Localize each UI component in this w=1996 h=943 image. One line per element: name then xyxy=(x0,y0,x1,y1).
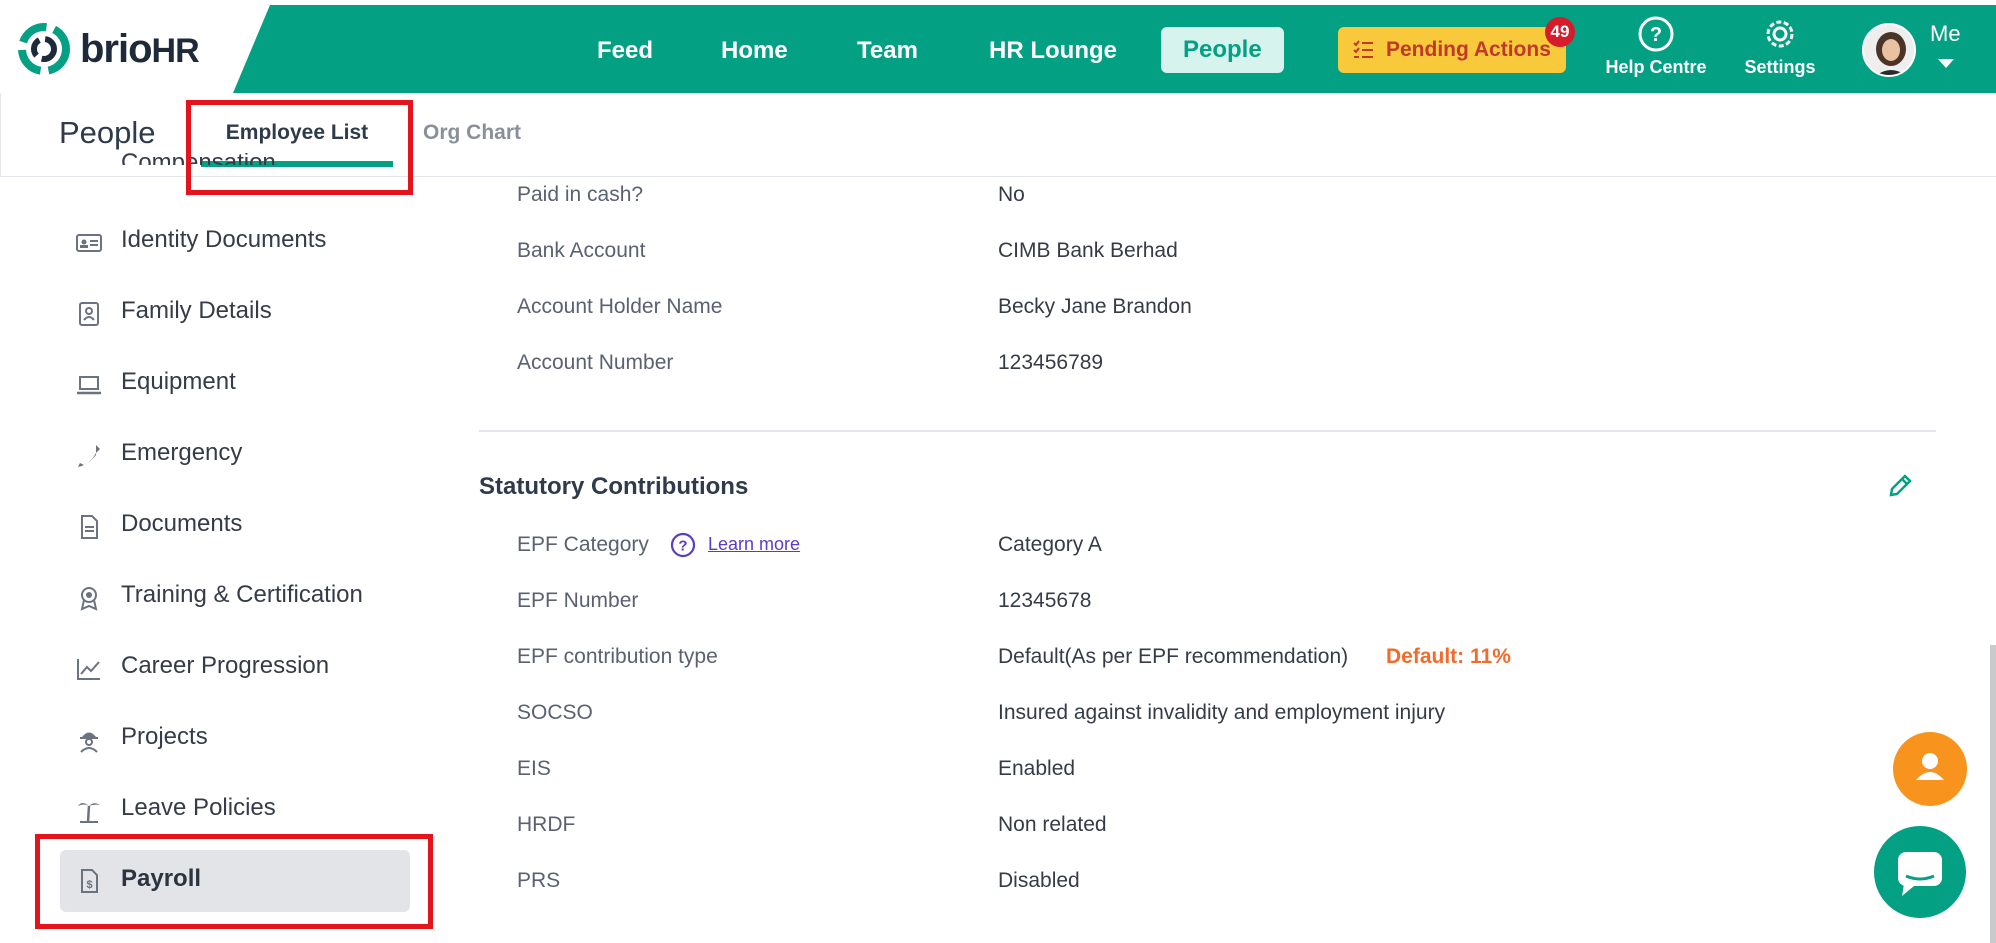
field-label: SOCSO xyxy=(517,701,593,724)
line-chart-icon xyxy=(77,659,100,680)
app-root: brioHR Feed Home Team HR Lounge People P… xyxy=(0,0,1996,943)
nav-hr-lounge[interactable]: HR Lounge xyxy=(989,31,1117,71)
field-value: Non related xyxy=(998,813,1107,836)
field-value: Category A xyxy=(998,533,1102,556)
payroll-details-panel: Paid in cash? No Bank Account CIMB Bank … xyxy=(460,177,1950,943)
field-label: EPF contribution type xyxy=(517,645,718,668)
chat-bubble-icon xyxy=(1898,852,1942,896)
sidebar-item-label: Projects xyxy=(121,723,208,750)
field-label: Account Holder Name xyxy=(517,295,723,318)
section-divider xyxy=(479,430,1936,432)
sidebar-item-identity-documents[interactable]: Identity Documents xyxy=(60,213,410,271)
svg-text:?: ? xyxy=(1650,24,1662,46)
field-value: Insured against invalidity and employmen… xyxy=(998,701,1446,724)
sidebar-item-payroll[interactable]: $ Payroll xyxy=(60,850,410,912)
pending-count-badge: 49 xyxy=(1545,17,1575,47)
sidebar-item-career-progression[interactable]: Career Progression xyxy=(60,639,410,697)
svg-text:?: ? xyxy=(678,538,687,555)
sidebar-item-label: Compensation xyxy=(121,153,276,165)
brand-name: brioHR xyxy=(80,27,200,71)
field-label: Bank Account xyxy=(517,239,646,262)
field-value: 123456789 xyxy=(998,351,1104,374)
checklist-icon xyxy=(1353,40,1373,58)
sidebar-item-equipment[interactable]: Equipment xyxy=(60,355,410,413)
field-label: EPF Category xyxy=(517,533,649,556)
field-label: Paid in cash? xyxy=(517,183,644,206)
user-avatar-icon xyxy=(1864,25,1914,75)
sidebar-item-label: Identity Documents xyxy=(121,226,327,253)
field-value: CIMB Bank Berhad xyxy=(998,239,1178,262)
sidebar-item-label: Equipment xyxy=(121,368,236,395)
laptop-icon xyxy=(77,376,101,395)
svg-text:$: $ xyxy=(86,879,92,891)
me-label[interactable]: Me xyxy=(1930,21,1961,47)
scrollbar-thumb[interactable] xyxy=(1990,645,1996,943)
field-value: Disabled xyxy=(998,869,1080,892)
field-value: Becky Jane Brandon xyxy=(998,295,1192,318)
profile-sidebar: Compensation Identity Documents Family D… xyxy=(0,153,460,943)
document-icon xyxy=(81,515,98,539)
field-value: No xyxy=(998,183,1025,206)
help-circle-icon[interactable]: ? xyxy=(670,532,696,558)
sidebar-item-label: Training & Certification xyxy=(121,581,363,608)
sidebar-item-compensation[interactable]: Compensation xyxy=(60,153,410,165)
sidebar-item-label: Career Progression xyxy=(121,652,330,679)
page-title: People xyxy=(59,115,156,150)
sidebar-item-label: Documents xyxy=(121,510,243,537)
contact-book-icon xyxy=(79,302,99,326)
sidebar-item-training-certification[interactable]: Training & Certification xyxy=(60,568,410,626)
section-title: Statutory Contributions xyxy=(479,473,749,500)
worker-icon xyxy=(80,732,98,753)
nav-feed[interactable]: Feed xyxy=(597,31,653,71)
help-centre-label: Help Centre xyxy=(1605,57,1707,77)
field-label: EIS xyxy=(517,757,551,780)
pending-actions-label: Pending Actions xyxy=(1386,38,1551,61)
phone-icon xyxy=(78,445,100,467)
sidebar-item-label: Family Details xyxy=(121,297,272,324)
epf-default-rate: Default: 11% xyxy=(1386,645,1511,668)
nav-people[interactable]: People xyxy=(1161,27,1284,73)
sidebar-item-leave-policies[interactable]: Leave Policies xyxy=(60,781,410,839)
chevron-down-icon[interactable] xyxy=(1938,59,1954,68)
chat-widget-button[interactable] xyxy=(1874,826,1966,918)
top-navigation-bar: brioHR Feed Home Team HR Lounge People P… xyxy=(0,5,1996,93)
sidebar-item-projects[interactable]: Projects xyxy=(60,710,410,768)
field-label: EPF Number xyxy=(517,589,639,612)
pending-actions-button[interactable]: Pending Actions xyxy=(1338,27,1566,73)
nav-home[interactable]: Home xyxy=(721,31,788,71)
learn-more-link[interactable]: Learn more xyxy=(708,534,800,555)
avatar[interactable] xyxy=(1862,23,1916,77)
field-value: Enabled xyxy=(998,757,1076,780)
settings-button[interactable]: Settings xyxy=(1737,15,1823,78)
settings-label: Settings xyxy=(1744,57,1816,77)
sidebar-item-documents[interactable]: Documents xyxy=(60,497,410,555)
field-label: PRS xyxy=(517,869,561,892)
sidebar-item-label: Payroll xyxy=(121,865,202,892)
award-icon xyxy=(80,587,98,611)
sidebar-item-emergency[interactable]: Emergency xyxy=(60,426,410,484)
help-centre-button[interactable]: ? Help Centre xyxy=(1599,15,1713,78)
field-value: Default(As per EPF recommendation) xyxy=(998,645,1349,668)
sidebar-item-label: Emergency xyxy=(121,439,243,466)
user-icon xyxy=(1916,753,1944,780)
help-icon: ? xyxy=(1638,16,1674,52)
field-label: Account Number xyxy=(517,351,674,374)
field-label: HRDF xyxy=(517,813,576,836)
tab-org-chart[interactable]: Org Chart xyxy=(423,121,521,145)
payslip-icon: $ xyxy=(81,869,98,893)
id-card-icon xyxy=(76,234,102,252)
field-value: 12345678 xyxy=(998,589,1092,612)
nav-team[interactable]: Team xyxy=(857,31,918,71)
profile-fab-button[interactable] xyxy=(1893,732,1967,806)
sidebar-item-label: Leave Policies xyxy=(121,794,276,821)
sidebar-item-family-details[interactable]: Family Details xyxy=(60,284,410,342)
gear-icon xyxy=(1766,20,1794,48)
brand-logo[interactable]: brioHR xyxy=(0,5,300,93)
pencil-edit-icon[interactable] xyxy=(1887,471,1915,499)
palm-tree-icon xyxy=(78,803,100,823)
brio-logo-icon xyxy=(18,23,70,75)
